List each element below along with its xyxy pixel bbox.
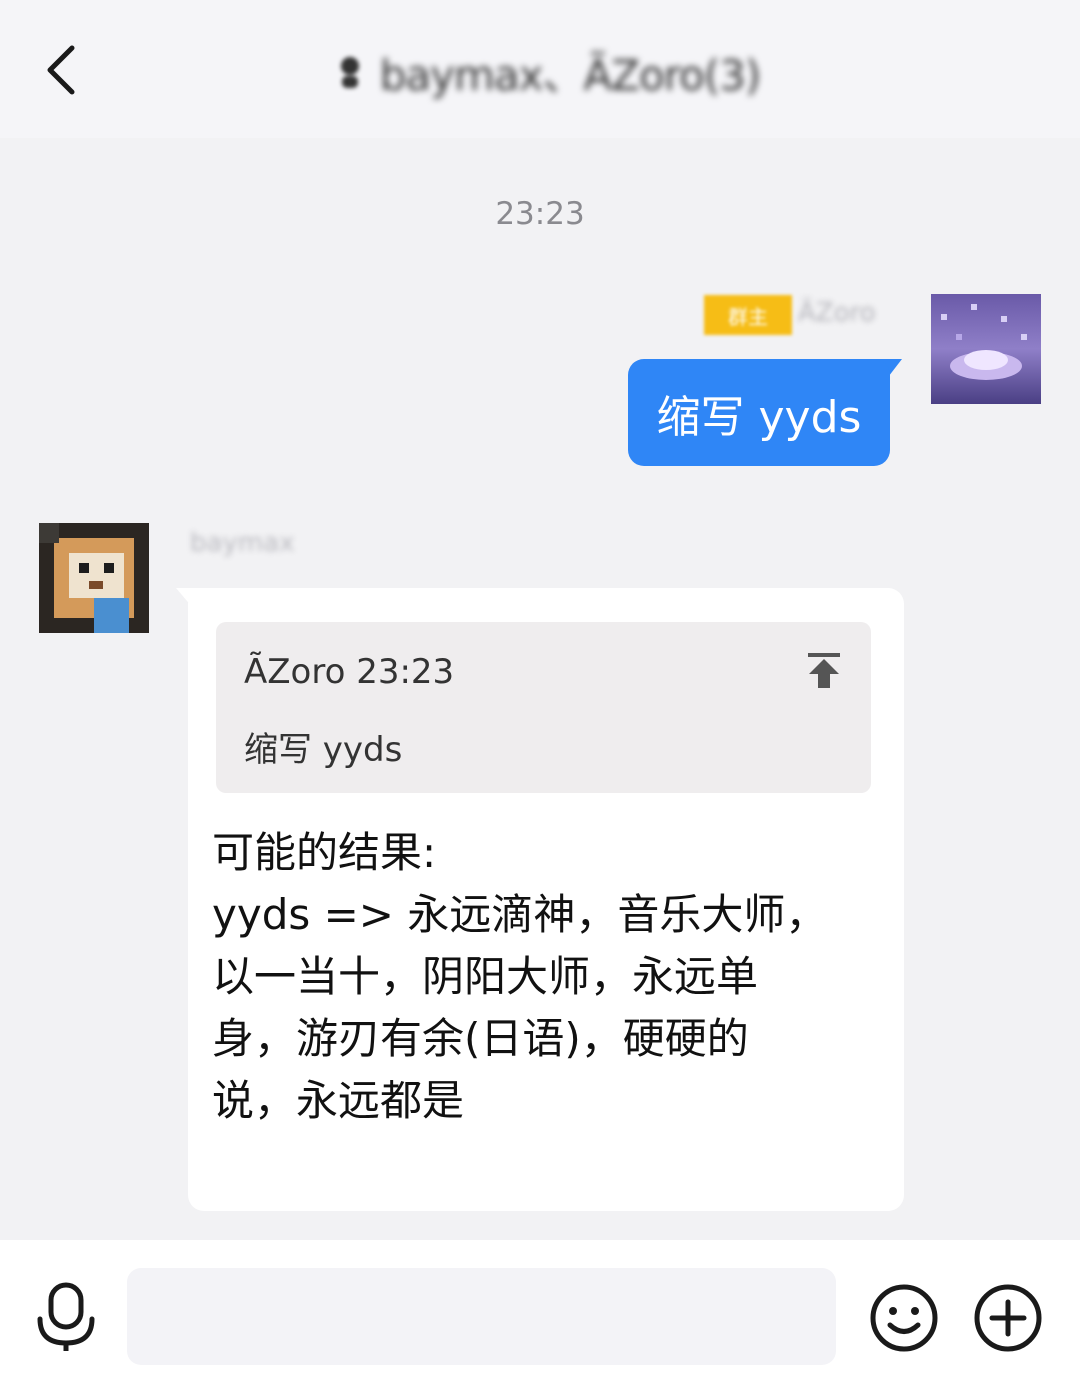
outgoing-message-text: 缩写 yyds <box>656 391 862 443</box>
owner-badge: 群主 <box>704 295 792 335</box>
microphone-icon <box>37 1282 95 1351</box>
my-avatar[interactable] <box>931 294 1041 404</box>
plus-icon[interactable] <box>972 1282 1044 1354</box>
group-icon <box>340 57 359 88</box>
back-button[interactable] <box>30 38 94 102</box>
outgoing-sender-name: ÃZoro <box>798 298 876 328</box>
avatar-image <box>39 523 149 633</box>
sender-avatar[interactable] <box>39 523 149 633</box>
quoted-message-meta: ÃZoro 23:23 <box>244 652 455 692</box>
jump-to-top-icon[interactable] <box>804 650 844 690</box>
outgoing-message-bubble[interactable]: 缩写 yyds <box>628 359 890 466</box>
chat-title[interactable]: baymax、ÃZoro(3) <box>310 40 780 104</box>
chat-title-text: baymax、ÃZoro(3) <box>379 50 761 100</box>
avatar-image <box>931 294 1041 404</box>
message-input[interactable] <box>127 1268 836 1365</box>
message-timestamp: 23:23 <box>495 196 585 232</box>
incoming-message-text: 可能的结果: yyds => 永远滴神，音乐大师， 以一当十，阴阳大师，永远单 … <box>212 828 828 1125</box>
emoji-icon[interactable] <box>868 1282 940 1354</box>
voice-button[interactable] <box>30 1277 102 1357</box>
incoming-sender-name: baymax <box>190 528 295 558</box>
chevron-left-icon <box>47 45 75 95</box>
quoted-message-text: 缩写 yyds <box>244 730 403 770</box>
